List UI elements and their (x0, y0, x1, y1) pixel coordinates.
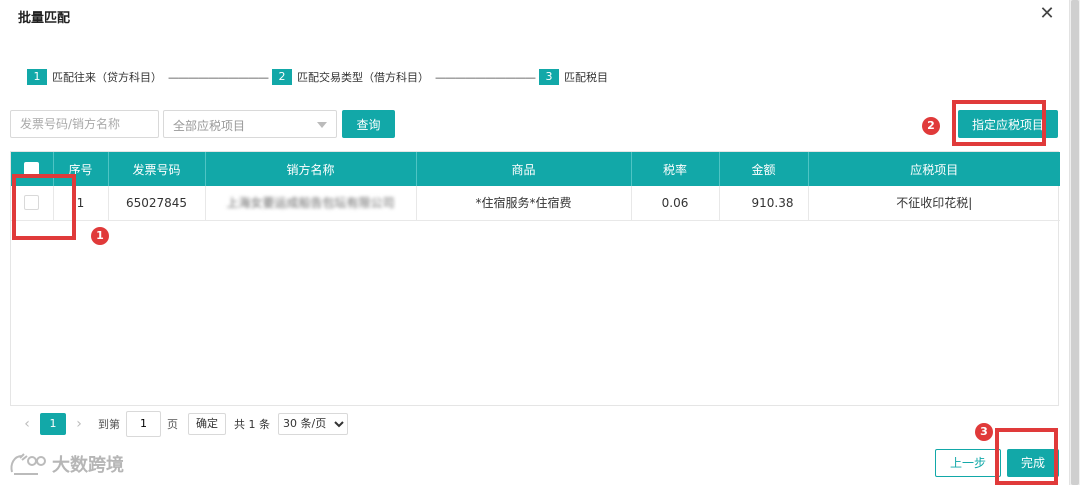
step-3-number: 3 (539, 69, 559, 85)
watermark: 大数跨境 (8, 451, 124, 477)
row-select-cell (11, 186, 54, 221)
watermark-logo-icon (10, 453, 46, 475)
seller-name-cell: 上海女要运成船告包坛有限公司 (205, 186, 417, 221)
finish-button[interactable]: 完成 (1007, 449, 1059, 477)
page-1-button[interactable]: 1 (40, 412, 66, 435)
step-1-label: 匹配往来（贷方科目） (52, 71, 162, 84)
amount: 910.38 (719, 186, 809, 221)
column-header: 税率 (631, 152, 720, 186)
close-icon[interactable]: ✕ (1037, 4, 1057, 24)
row-index: 1 (53, 186, 109, 221)
step-1-number: 1 (27, 69, 47, 85)
tax-item-select[interactable]: 全部应税项目 (163, 110, 337, 138)
column-header: 序号 (53, 152, 109, 186)
annotation-badge-2: 2 (922, 117, 940, 135)
search-input[interactable] (10, 110, 159, 138)
column-header: 发票号码 (108, 152, 206, 186)
watermark-text: 大数跨境 (52, 455, 124, 476)
tax-rate: 0.06 (631, 186, 720, 221)
table-header: 序号 发票号码 销方名称 商品 税率 金额 应税项目 (11, 152, 1060, 186)
step-2-connector: —————————— (435, 70, 536, 84)
chevron-down-icon (317, 122, 327, 128)
previous-step-button[interactable]: 上一步 (935, 449, 1001, 477)
step-1-connector: —————————— (168, 70, 269, 84)
select-all-checkbox[interactable] (24, 161, 40, 177)
column-header: 销方名称 (205, 152, 417, 186)
dialog-title: 批量匹配 (18, 11, 71, 26)
step-indicator: 1 匹配往来（贷方科目） —————————— 2 匹配交易类型（借方科目） —… (27, 69, 614, 85)
prev-page-icon[interactable]: ‹ (14, 416, 40, 432)
scrollbar-thumb[interactable] (1071, 0, 1079, 485)
table-row[interactable]: 1 65027845 上海女要运成船告包坛有限公司 *住宿服务*住宿费 0.06… (11, 186, 1060, 221)
invoice-number: 65027845 (108, 186, 206, 221)
next-page-icon[interactable]: › (66, 416, 92, 432)
column-header: 应税项目 (910, 162, 959, 177)
step-3-label: 匹配税目 (564, 71, 608, 84)
goto-confirm-button[interactable]: 确定 (188, 412, 226, 435)
query-button[interactable]: 查询 (342, 110, 395, 138)
assign-tax-item-button[interactable]: 指定应税项目 (958, 110, 1058, 138)
total-count: 共 1 条 (234, 417, 270, 431)
select-all-header (11, 152, 54, 186)
tax-item-select-value: 全部应税项目 (173, 119, 246, 133)
pagination: ‹ 1 › 到第 页 确定 共 1 条 30 条/页 (10, 405, 1059, 441)
page-unit-label: 页 (167, 417, 178, 431)
tax-item: 不征收印花税| (808, 186, 1060, 221)
annotation-badge-3: 3 (975, 423, 993, 441)
invoice-table: 序号 发票号码 销方名称 商品 税率 金额 应税项目 1 65027845 上海… (10, 151, 1060, 441)
step-2-label: 匹配交易类型（借方科目） (297, 71, 429, 84)
column-header: 金额 (719, 152, 809, 186)
row-checkbox[interactable] (24, 195, 40, 211)
step-2-number: 2 (272, 69, 292, 85)
goto-label: 到第 (98, 417, 120, 431)
page-size-select[interactable]: 30 条/页 (278, 412, 348, 435)
seller-name: 上海女要运成船告包坛有限公司 (226, 196, 395, 211)
annotation-badge-1: 1 (91, 227, 109, 245)
goods-name: *住宿服务*住宿费 (416, 186, 632, 221)
column-header: 商品 (416, 152, 632, 186)
goto-page-input[interactable] (126, 410, 161, 437)
